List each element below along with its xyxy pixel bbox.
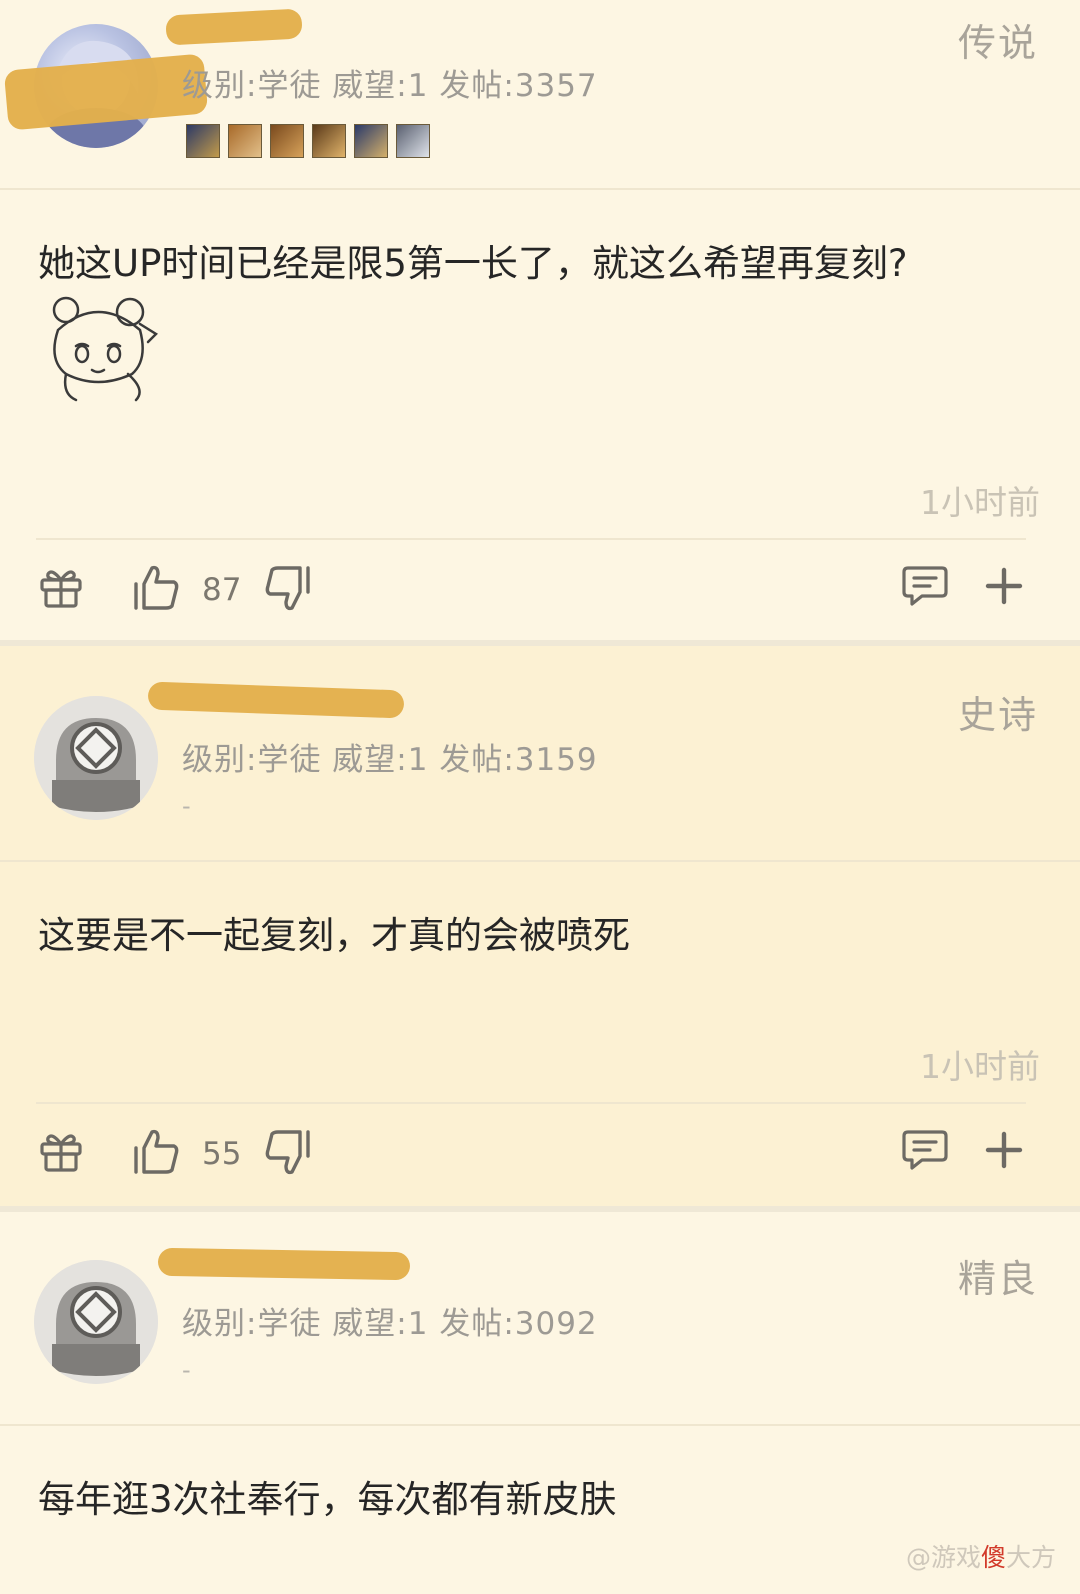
plus-icon[interactable] xyxy=(984,1130,1024,1174)
post-actions: 87 xyxy=(0,556,1080,626)
user-level-info: 级别:学徒 威望:1 发帖:3092 xyxy=(182,1306,598,1342)
badge-icon xyxy=(312,124,346,158)
post-time: 1小时前 xyxy=(920,1047,1040,1086)
rank-label: 史诗 xyxy=(957,693,1038,737)
comment-icon[interactable] xyxy=(902,564,948,612)
badge-icon xyxy=(396,124,430,158)
thumbs-up-icon[interactable] xyxy=(132,562,182,616)
divider xyxy=(0,860,1080,862)
watermark-highlight: 傻 xyxy=(980,1543,1006,1572)
badge-icon xyxy=(186,124,220,158)
user-level-info: 级别:学徒 威望:1 发帖:3357 xyxy=(182,68,598,104)
user-signature: - xyxy=(182,1356,191,1384)
comment-post: 级别:学徒 威望:1 发帖:3159 - 史诗 这要是不一起复刻，才真的会被喷死… xyxy=(0,646,1080,1206)
watermark-prefix: @游戏 xyxy=(905,1543,981,1572)
user-level-info: 级别:学徒 威望:1 发帖:3159 xyxy=(182,742,598,778)
like-count: 87 xyxy=(202,572,242,608)
comment-text: 每年逛3次社奉行，每次都有新皮肤 xyxy=(38,1478,617,1521)
gift-icon[interactable] xyxy=(38,564,84,614)
divider xyxy=(36,1102,1026,1104)
post-time: 1小时前 xyxy=(920,483,1040,522)
username-redaction xyxy=(147,681,405,719)
divider xyxy=(0,188,1080,190)
comment-post: 级别:学徒 威望:1 发帖:3357 传说 她这UP时间已经是限5第一长了，就这… xyxy=(0,0,1080,640)
user-signature: - xyxy=(182,792,191,820)
comment-post: 级别:学徒 威望:1 发帖:3092 - 精良 每年逛3次社奉行，每次都有新皮肤 xyxy=(0,1212,1080,1594)
thumbs-down-icon[interactable] xyxy=(262,564,312,618)
achievement-badges xyxy=(186,124,430,158)
thumbs-down-icon[interactable] xyxy=(262,1128,312,1182)
divider xyxy=(0,1424,1080,1426)
divider xyxy=(36,538,1026,540)
watermark-suffix: 大方 xyxy=(1005,1543,1056,1572)
comment-text: 这要是不一起复刻，才真的会被喷死 xyxy=(38,914,630,957)
post-actions: 55 xyxy=(0,1120,1080,1190)
like-count: 55 xyxy=(202,1136,242,1172)
avatar-redaction xyxy=(3,53,209,131)
avatar[interactable] xyxy=(34,696,158,820)
watermark: @游戏傻大方 xyxy=(906,1538,1056,1574)
badge-icon xyxy=(354,124,388,158)
comment-icon[interactable] xyxy=(902,1128,948,1176)
avatar[interactable] xyxy=(34,1260,158,1384)
gift-icon[interactable] xyxy=(38,1128,84,1178)
badge-icon xyxy=(228,124,262,158)
comment-text: 她这UP时间已经是限5第一长了，就这么希望再复刻? xyxy=(38,242,908,285)
rank-label: 精良 xyxy=(957,1257,1038,1301)
thumbs-up-icon[interactable] xyxy=(132,1126,182,1180)
sticker-image xyxy=(36,290,160,402)
rank-label: 传说 xyxy=(957,21,1038,65)
badge-icon xyxy=(270,124,304,158)
plus-icon[interactable] xyxy=(984,566,1024,610)
username-redaction xyxy=(157,1247,411,1281)
username-redaction xyxy=(165,8,303,46)
